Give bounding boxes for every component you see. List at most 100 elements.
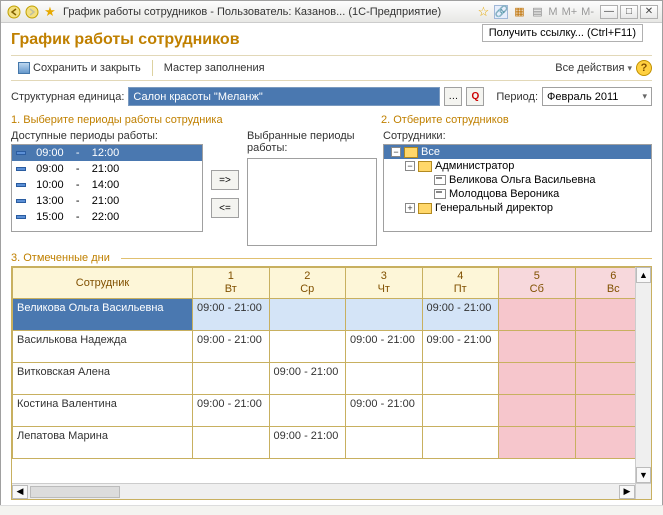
unit-choose-button[interactable]: … bbox=[444, 87, 462, 106]
status-bar bbox=[0, 505, 663, 515]
table-row[interactable]: Лепатова Марина 09:00 - 21:00 bbox=[13, 427, 636, 459]
schedule-table[interactable]: Сотрудник1Вт2Ср3Чт4Пт5Сб6ВсВеликова Ольг… bbox=[12, 267, 635, 459]
collapse-icon[interactable]: − bbox=[391, 147, 401, 157]
link-icon[interactable]: 🔗 bbox=[494, 5, 508, 19]
resize-grip[interactable] bbox=[635, 483, 651, 499]
scroll-left-icon[interactable]: ◀ bbox=[12, 485, 28, 499]
cell-day[interactable] bbox=[499, 395, 576, 427]
cell-day[interactable] bbox=[269, 299, 346, 331]
cell-day[interactable] bbox=[575, 427, 635, 459]
col-day[interactable]: 5Сб bbox=[499, 268, 576, 299]
cell-day[interactable] bbox=[575, 299, 635, 331]
get-link-button[interactable]: Получить ссылку... (Ctrl+F11) bbox=[482, 24, 643, 42]
col-day[interactable]: 3Чт bbox=[346, 268, 423, 299]
table-row[interactable]: Великова Ольга Васильевна09:00 - 21:0009… bbox=[13, 299, 636, 331]
cell-day[interactable] bbox=[346, 363, 423, 395]
fill-master-button[interactable]: Мастер заполнения bbox=[157, 59, 272, 77]
calendar-icon[interactable]: ▤ bbox=[530, 5, 544, 19]
unit-clear-button[interactable]: Q bbox=[466, 87, 484, 106]
m-indicator[interactable]: M bbox=[548, 6, 557, 18]
all-actions-menu[interactable]: Все действия bbox=[551, 60, 636, 76]
minimize-button[interactable]: — bbox=[600, 5, 618, 19]
cell-day[interactable] bbox=[193, 427, 270, 459]
cell-day[interactable]: 09:00 - 21:00 bbox=[346, 331, 423, 363]
cell-day[interactable] bbox=[269, 395, 346, 427]
col-day[interactable]: 6Вс bbox=[575, 268, 635, 299]
cell-day[interactable] bbox=[193, 363, 270, 395]
cell-day[interactable] bbox=[499, 363, 576, 395]
cell-day[interactable] bbox=[575, 395, 635, 427]
cell-day[interactable] bbox=[422, 363, 499, 395]
cell-day[interactable] bbox=[575, 331, 635, 363]
tree-row[interactable]: Великова Ольга Васильевна bbox=[384, 173, 651, 187]
cell-day[interactable]: 09:00 - 21:00 bbox=[193, 331, 270, 363]
period-row[interactable]: 13:00 - 21:00 bbox=[12, 193, 202, 209]
table-row[interactable]: Василькова Надежда09:00 - 21:0009:00 - 2… bbox=[13, 331, 636, 363]
cell-day[interactable]: 09:00 - 21:00 bbox=[422, 331, 499, 363]
scroll-right-icon[interactable]: ▶ bbox=[619, 485, 635, 499]
add-period-button[interactable]: => bbox=[211, 170, 239, 190]
save-and-close-button[interactable]: Сохранить и закрыть bbox=[11, 59, 148, 77]
cell-day[interactable]: 09:00 - 21:00 bbox=[193, 395, 270, 427]
cell-day[interactable] bbox=[346, 299, 423, 331]
tree-row[interactable]: +Генеральный директор bbox=[384, 201, 651, 215]
structural-unit-input[interactable]: Салон красоты "Меланж" bbox=[128, 87, 440, 106]
tree-row[interactable]: Молодцова Вероника bbox=[384, 187, 651, 201]
cell-day[interactable] bbox=[269, 331, 346, 363]
nav-back-icon[interactable] bbox=[7, 5, 21, 19]
collapse-icon[interactable]: − bbox=[405, 161, 415, 171]
cell-day[interactable]: 09:00 - 21:00 bbox=[269, 427, 346, 459]
cell-day[interactable] bbox=[499, 299, 576, 331]
cell-day[interactable] bbox=[422, 395, 499, 427]
maximize-button[interactable]: □ bbox=[620, 5, 638, 19]
period-select[interactable]: Февраль 2011 bbox=[542, 87, 652, 106]
available-periods-list[interactable]: 09:00 - 12:00 09:00 - 21:00 10:00 - 14:0… bbox=[11, 144, 203, 232]
horizontal-scrollbar[interactable]: ◀ ▶ bbox=[12, 483, 635, 499]
m-plus[interactable]: M+ bbox=[562, 6, 578, 18]
cell-day[interactable]: 09:00 - 21:00 bbox=[346, 395, 423, 427]
cell-employee[interactable]: Василькова Надежда bbox=[13, 331, 193, 363]
close-button[interactable]: ✕ bbox=[640, 5, 658, 19]
cell-day[interactable] bbox=[422, 427, 499, 459]
m-minus[interactable]: M- bbox=[581, 6, 594, 18]
tree-row[interactable]: −Администратор bbox=[384, 159, 651, 173]
favorite-icon[interactable]: ★ bbox=[43, 5, 57, 19]
cell-day[interactable] bbox=[346, 427, 423, 459]
scroll-thumb[interactable] bbox=[30, 486, 120, 498]
cell-employee[interactable]: Костина Валентина bbox=[13, 395, 193, 427]
selected-periods-list[interactable] bbox=[247, 158, 377, 246]
bookmark-star-icon[interactable]: ☆ bbox=[476, 5, 490, 19]
employees-tree[interactable]: −Все−АдминистраторВеликова Ольга Василье… bbox=[383, 144, 652, 232]
cell-employee[interactable]: Лепатова Марина bbox=[13, 427, 193, 459]
col-employee[interactable]: Сотрудник bbox=[13, 268, 193, 299]
cell-day[interactable] bbox=[499, 427, 576, 459]
period-bar-icon bbox=[16, 183, 26, 187]
scroll-up-icon[interactable]: ▲ bbox=[636, 267, 651, 283]
table-row[interactable]: Витковская Алена 09:00 - 21:00 bbox=[13, 363, 636, 395]
tree-row[interactable]: −Все bbox=[384, 145, 651, 159]
cell-day[interactable]: 09:00 - 21:00 bbox=[269, 363, 346, 395]
vertical-scrollbar[interactable]: ▲ ▼ bbox=[635, 267, 651, 483]
expand-icon[interactable]: + bbox=[405, 203, 415, 213]
cell-day[interactable]: 09:00 - 21:00 bbox=[422, 299, 499, 331]
cell-employee[interactable]: Великова Ольга Васильевна bbox=[13, 299, 193, 331]
col-day[interactable]: 1Вт bbox=[193, 268, 270, 299]
nav-fwd-icon[interactable] bbox=[25, 5, 39, 19]
calc-icon[interactable]: ▦ bbox=[512, 5, 526, 19]
remove-period-button[interactable]: <= bbox=[211, 198, 239, 218]
col-day[interactable]: 4Пт bbox=[422, 268, 499, 299]
cell-day[interactable] bbox=[575, 363, 635, 395]
cell-employee[interactable]: Витковская Алена bbox=[13, 363, 193, 395]
help-button[interactable]: ? bbox=[636, 60, 652, 76]
period-row[interactable]: 15:00 - 22:00 bbox=[12, 209, 202, 225]
period-row[interactable]: 09:00 - 12:00 bbox=[12, 145, 202, 161]
table-row[interactable]: Костина Валентина09:00 - 21:0009:00 - 21… bbox=[13, 395, 636, 427]
period-row[interactable]: 10:00 - 14:00 bbox=[12, 177, 202, 193]
col-day[interactable]: 2Ср bbox=[269, 268, 346, 299]
cell-day[interactable]: 09:00 - 21:00 bbox=[193, 299, 270, 331]
separator bbox=[152, 60, 153, 76]
scroll-down-icon[interactable]: ▼ bbox=[636, 467, 651, 483]
structural-unit-label: Структурная единица: bbox=[11, 91, 124, 103]
period-row[interactable]: 09:00 - 21:00 bbox=[12, 161, 202, 177]
cell-day[interactable] bbox=[499, 331, 576, 363]
